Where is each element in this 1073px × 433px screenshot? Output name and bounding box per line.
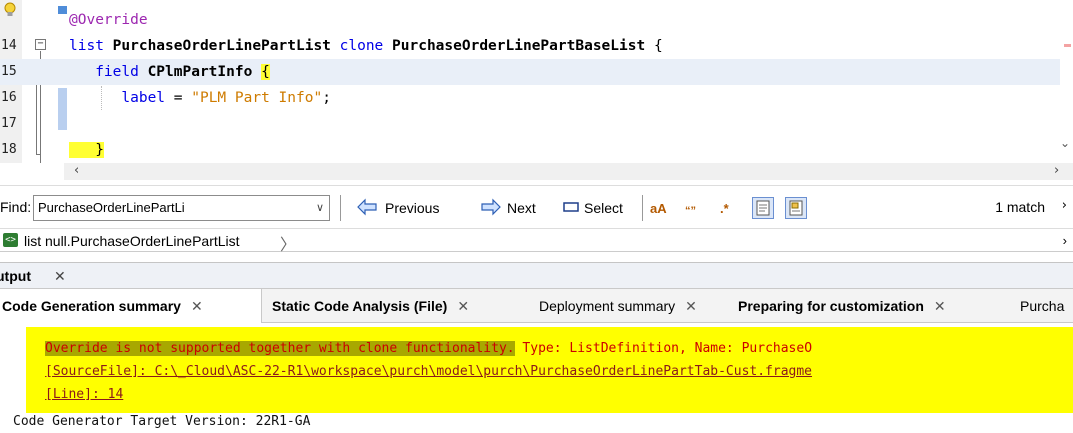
close-icon[interactable]: ✕ <box>685 298 697 315</box>
scroll-right-icon[interactable]: › <box>1054 163 1059 178</box>
error-message: Override is not supported together with … <box>45 341 515 356</box>
code-line[interactable]: 16 label = "PLM Part Info"; <box>0 85 1073 111</box>
output-line-ref[interactable]: [Line]: 14 <box>45 387 123 402</box>
code-text: list PurchaseOrderLinePartList clone Pur… <box>69 33 663 59</box>
line-number: 15 <box>1 64 17 79</box>
svg-text:aA: aA <box>650 201 667 216</box>
match-case-icon[interactable]: aA <box>650 197 672 219</box>
close-icon[interactable]: ✕ <box>191 298 203 315</box>
tab-preparing-for-customization[interactable]: Preparing for customization ✕ <box>730 289 954 323</box>
code-token: PurchaseOrderLinePartBaseList <box>392 38 654 54</box>
line-number: 16 <box>1 90 17 105</box>
match-count: 1 match <box>995 199 1045 215</box>
find-select-label: Select <box>584 200 623 216</box>
close-icon[interactable]: ✕ <box>934 298 946 315</box>
chevron-right-icon[interactable]: › <box>1062 198 1067 213</box>
code-string: "PLM Part Info" <box>191 90 323 106</box>
tab-label: Code Generation summary <box>2 298 181 314</box>
code-token: clone <box>339 38 393 54</box>
tab-code-generation-summary[interactable]: Code Generation summary ✕ <box>0 289 262 323</box>
svg-text:.*: .* <box>720 201 730 216</box>
matched-brace: { <box>261 64 270 80</box>
source-file-link[interactable]: [SourceFile]: C:\_Cloud\ASC-22-R1\worksp… <box>45 364 812 379</box>
code-token: { <box>653 38 663 54</box>
find-select-button[interactable]: Select <box>563 197 623 219</box>
breadcrumb-item[interactable]: list null.PurchaseOrderLinePartList <box>24 233 240 249</box>
list-element-icon: <> <box>3 233 18 247</box>
code-line-current[interactable]: 15 field CPlmPartInfo { <box>0 59 1073 85</box>
code-text: label = "PLM Part Info"; <box>69 85 331 111</box>
chevron-down-icon[interactable]: ∨ <box>312 197 328 219</box>
tab-purchase[interactable]: Purcha <box>1012 289 1072 323</box>
horizontal-scrollbar[interactable]: ‹ › <box>64 163 1073 180</box>
tab-label: Purcha <box>1020 298 1065 314</box>
code-token: PurchaseOrderLinePartList <box>112 38 340 54</box>
find-next-label: Next <box>507 200 536 216</box>
whole-words-icon[interactable]: “” <box>684 197 706 219</box>
find-previous-label: Previous <box>385 200 440 216</box>
error-mark[interactable] <box>1064 44 1071 47</box>
code-editor[interactable]: − @Override 14 list PurchaseOrderLinePar… <box>0 0 1073 163</box>
scroll-left-icon[interactable]: ‹ <box>74 163 79 178</box>
close-icon[interactable]: ✕ <box>54 268 66 285</box>
indent-guide <box>101 86 102 110</box>
code-token: = <box>173 90 192 106</box>
code-token: @Override <box>69 12 148 28</box>
output-tabs: Code Generation summary ✕ Static Code An… <box>0 289 1073 323</box>
tab-deployment-summary[interactable]: Deployment summary ✕ <box>531 289 705 323</box>
line-link[interactable]: [Line]: 14 <box>45 387 123 402</box>
line-number: 17 <box>1 116 17 131</box>
code-text: } <box>69 137 104 163</box>
toolbar-separator <box>340 195 341 221</box>
code-line[interactable]: 17 <box>0 111 1073 137</box>
chevron-right-icon[interactable]: 〉 <box>280 231 296 255</box>
line-number: 18 <box>1 142 17 157</box>
tab-label: Static Code Analysis (File) <box>272 298 448 314</box>
find-previous-button[interactable]: Previous <box>356 197 439 219</box>
find-bar: Find: PurchaseOrderLinePartLi ∨ Previous… <box>0 185 1073 228</box>
output-window-header[interactable]: utput ✕ <box>0 262 1073 289</box>
chevron-right-icon[interactable]: › <box>1063 233 1067 248</box>
arrow-up-icon <box>356 198 380 219</box>
line-number: 14 <box>1 38 17 53</box>
tab-label: Deployment summary <box>539 298 676 314</box>
code-line[interactable]: @Override <box>0 7 1073 33</box>
breadcrumb: <> list null.PurchaseOrderLinePartList 〉… <box>0 228 1073 255</box>
code-token: field <box>69 64 148 80</box>
code-text: field CPlmPartInfo { <box>69 59 270 85</box>
code-token: ; <box>322 90 331 106</box>
find-label: Find: <box>0 199 32 215</box>
error-stripe[interactable]: ⌄ <box>1060 0 1073 163</box>
chevron-down-icon[interactable]: ⌄ <box>1060 136 1070 150</box>
target-version-text: Code Generator Target Version: 22R1-GA <box>13 414 311 429</box>
close-icon[interactable]: ✕ <box>457 298 469 315</box>
matched-brace: } <box>69 142 104 158</box>
output-window-title: utput <box>0 268 31 284</box>
find-next-button[interactable]: Next <box>478 197 536 219</box>
tab-static-code-analysis[interactable]: Static Code Analysis (File) ✕ <box>264 289 477 323</box>
find-input[interactable]: PurchaseOrderLinePartLi <box>33 195 330 221</box>
regex-icon[interactable]: .* <box>717 197 739 219</box>
wrap-around-icon[interactable] <box>785 197 807 219</box>
svg-text:“”: “” <box>685 205 696 217</box>
highlight-results-icon[interactable] <box>752 197 774 219</box>
output-message-line: Override is not supported together with … <box>45 341 812 356</box>
code-token: list <box>69 38 113 54</box>
output-console[interactable]: Override is not supported together with … <box>0 323 1073 433</box>
code-token: label <box>69 90 174 106</box>
toolbar-separator <box>642 195 643 221</box>
output-source-line[interactable]: [SourceFile]: C:\_Cloud\ASC-22-R1\worksp… <box>45 364 812 379</box>
code-line[interactable]: 14 list PurchaseOrderLinePartList clone … <box>0 33 1073 59</box>
arrow-down-icon <box>478 198 502 219</box>
code-text: @Override <box>69 7 148 33</box>
select-icon <box>563 200 579 216</box>
tab-label: Preparing for customization <box>738 298 924 314</box>
code-line[interactable]: 18 } <box>0 137 1073 163</box>
error-message-detail: Type: ListDefinition, Name: PurchaseO <box>514 341 813 356</box>
code-token: CPlmPartInfo <box>147 64 262 80</box>
